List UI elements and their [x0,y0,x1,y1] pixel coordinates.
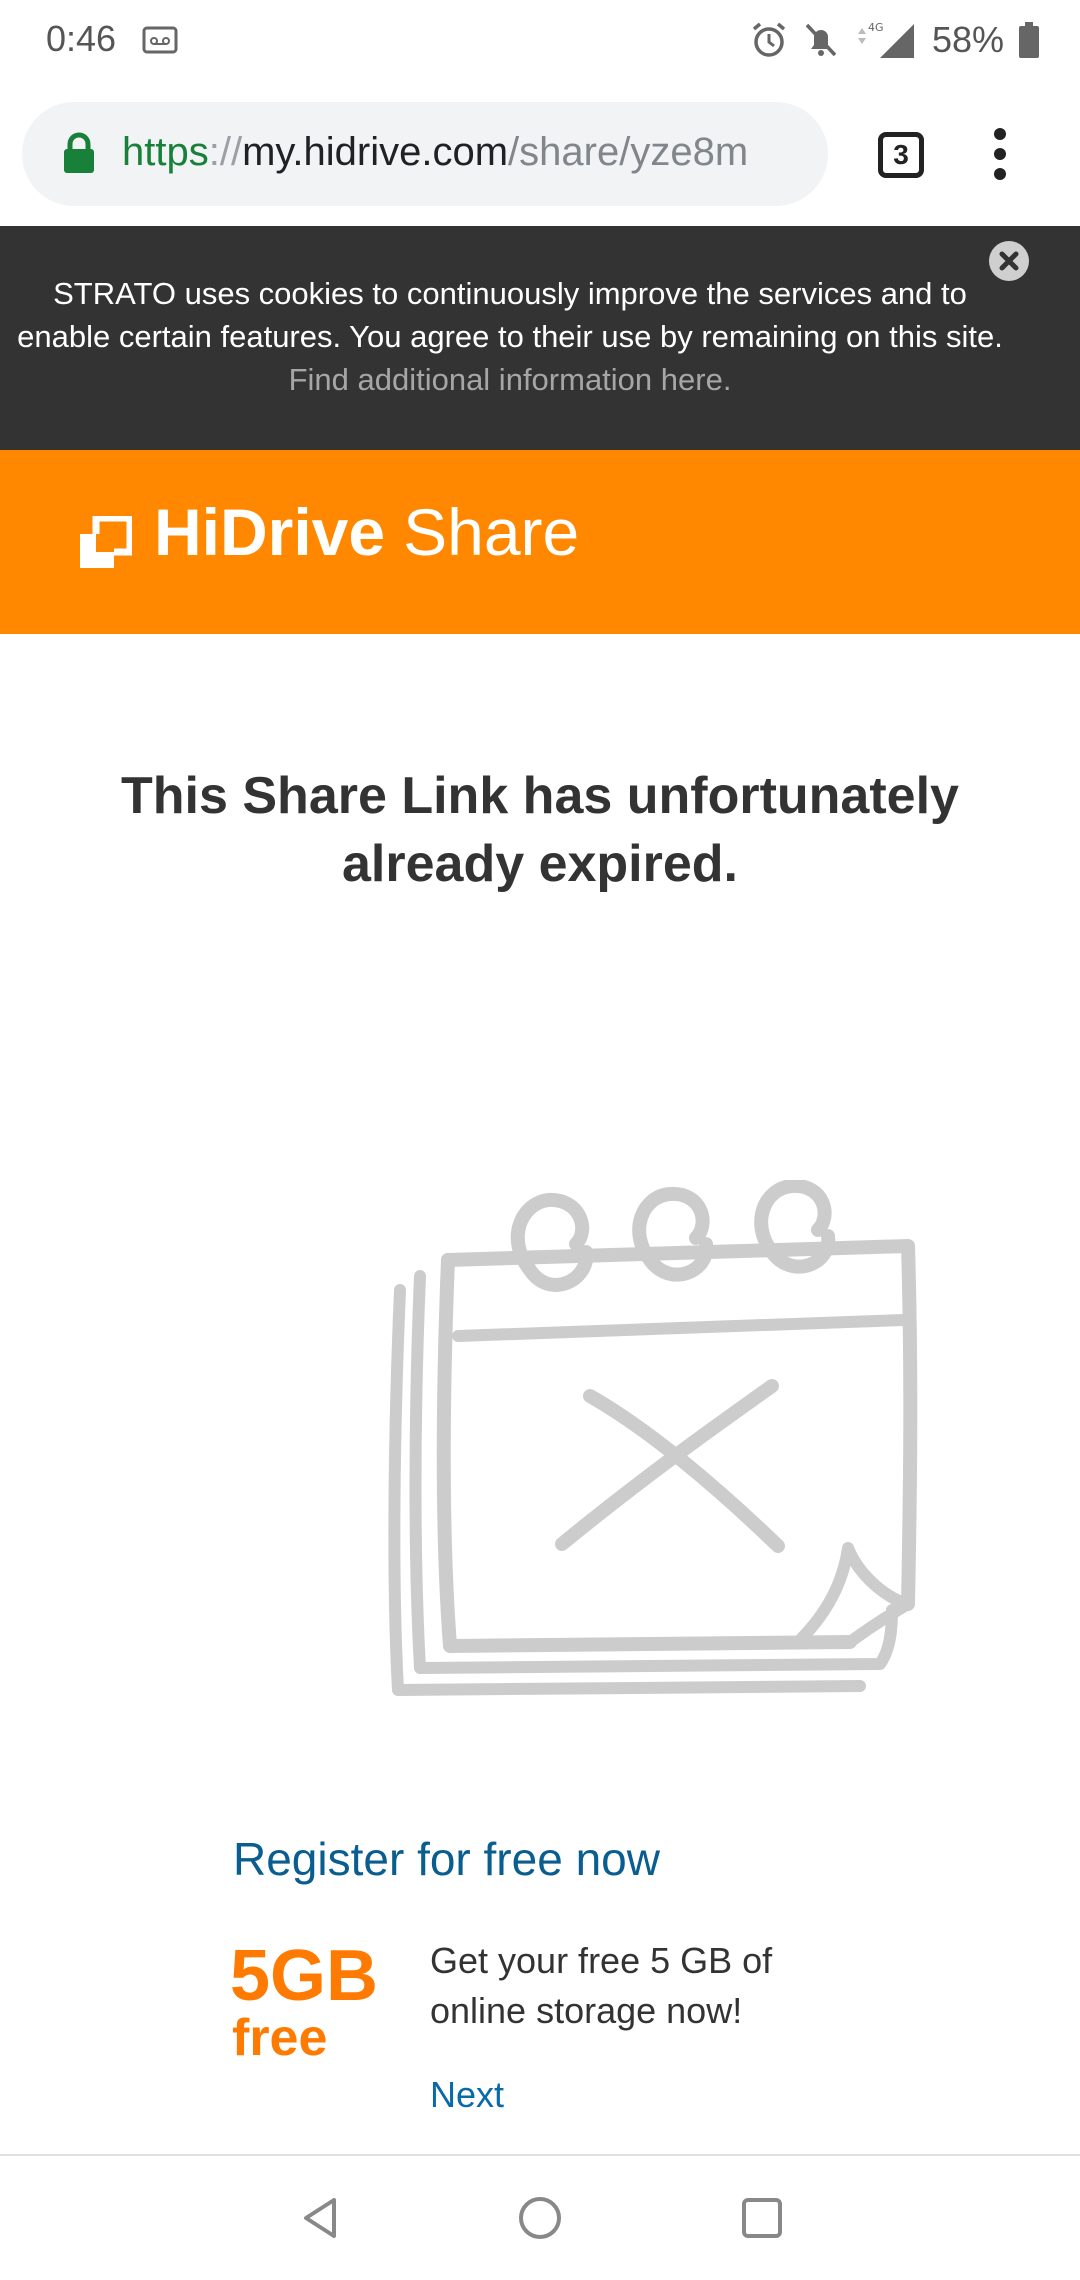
signal-icon: 4G [857,21,914,58]
browser-toolbar: https://my.hidrive.com/share/yze8m 3 [0,80,1080,226]
status-time: 0:46 [46,18,117,59]
battery-icon [1019,22,1039,58]
url-host: my.hidrive.com [242,130,509,174]
url-path: /share/yze8m [508,130,749,174]
voicemail-icon [142,26,178,54]
promo-description: Get your free 5 GB of online storage now… [430,1940,773,2031]
battery-percentage: 58% [931,19,1004,60]
brand-product: Share [403,495,580,569]
url-scheme: https [122,130,209,174]
cookie-text: STRATO uses cookies to continuously impr… [17,276,1003,354]
system-navigation-bar [0,2154,1080,2280]
alarm-icon [752,22,786,57]
hidrive-logo-icon [80,516,132,568]
close-icon[interactable] [988,240,1030,282]
url-text: https://my.hidrive.com/share/yze8m [122,130,748,175]
brand-name: HiDrive [154,495,386,569]
cookie-banner: STRATO uses cookies to continuously impr… [0,226,1080,450]
address-bar[interactable]: https://my.hidrive.com/share/yze8m [22,102,828,206]
cookie-notice: STRATO uses cookies to continuously impr… [10,272,1010,401]
more-menu-icon[interactable] [992,128,1008,180]
brand-header: HiDrive Share [0,450,1080,634]
home-icon[interactable] [516,2194,564,2242]
promo-storage-size: 5GB [230,1936,379,2016]
network-type-label: 4G [868,21,884,34]
tab-switcher-button[interactable]: 3 [878,132,924,178]
back-icon[interactable] [296,2194,344,2242]
status-bar: 0:46 4G 58% [0,0,1080,80]
cookie-info-link[interactable]: Find additional information here. [289,362,732,397]
brand-logo[interactable]: HiDrive Share [154,494,579,570]
page-title: This Share Link has unfortunately alread… [121,767,959,893]
lock-icon [64,132,94,173]
recent-apps-icon[interactable] [738,2194,786,2242]
promo-badge: 5GB free [230,1940,400,2080]
register-link[interactable]: Register for free now [233,1832,660,1886]
url-separator: :// [208,130,243,174]
next-link[interactable]: Next [430,2074,504,2116]
notifications-off-icon [805,23,837,57]
promo-free-label: free [232,2009,328,2067]
expired-calendar-icon [388,1180,918,1696]
